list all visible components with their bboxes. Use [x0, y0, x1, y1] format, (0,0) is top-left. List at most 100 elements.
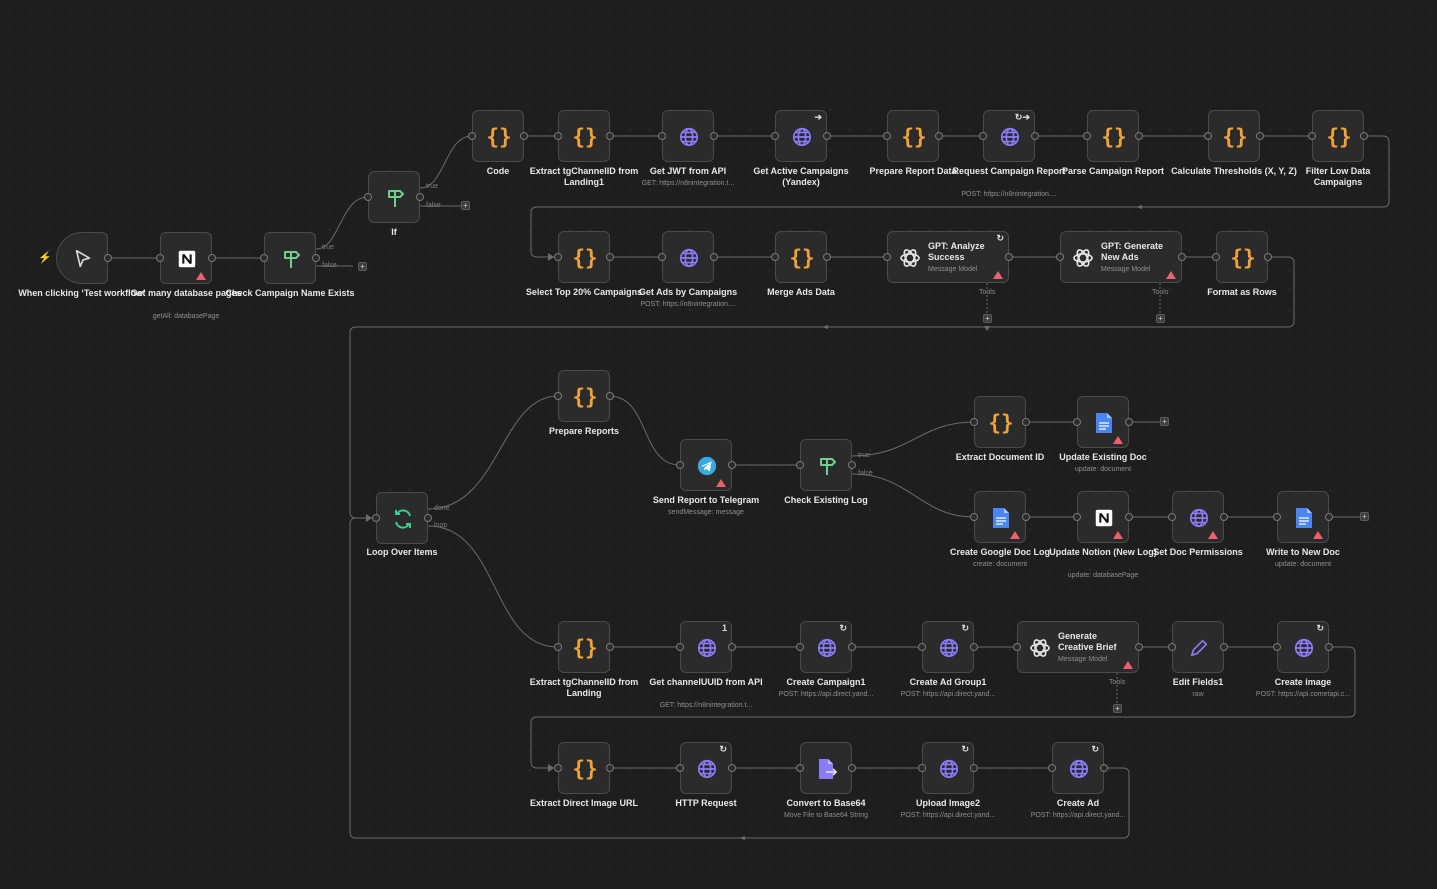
node-create-ad-group1[interactable]: ↻ [922, 621, 974, 673]
node-calculate-thresholds[interactable]: {} [1208, 110, 1260, 162]
node-prepare-reports[interactable]: {} [558, 370, 610, 422]
input-port[interactable] [771, 253, 779, 261]
input-port[interactable] [676, 461, 684, 469]
node-get-many-database-pages[interactable] [160, 232, 212, 284]
node-edit-fields1[interactable] [1172, 621, 1224, 673]
output-port[interactable] [710, 253, 718, 261]
node-check-existing-log[interactable] [800, 439, 852, 491]
add-node-button[interactable]: + [461, 201, 470, 210]
input-port[interactable] [918, 643, 926, 651]
input-port[interactable] [1048, 764, 1056, 772]
input-port[interactable] [156, 254, 164, 262]
node-format-as-rows[interactable]: {} [1216, 231, 1268, 283]
output-port[interactable] [208, 254, 216, 262]
output-port[interactable] [823, 132, 831, 140]
input-port[interactable] [1204, 132, 1212, 140]
output-port[interactable] [1220, 513, 1228, 521]
input-port[interactable] [979, 132, 987, 140]
input-port[interactable] [372, 514, 380, 522]
input-port[interactable] [658, 132, 666, 140]
output-port[interactable] [728, 764, 736, 772]
output-port[interactable] [1135, 132, 1143, 140]
node-check-campaign-name-exists[interactable] [264, 232, 316, 284]
node-set-doc-permissions[interactable] [1172, 491, 1224, 543]
input-port[interactable] [1056, 253, 1064, 261]
output-port[interactable] [606, 253, 614, 261]
node-code[interactable]: {} [472, 110, 524, 162]
output-port[interactable] [606, 764, 614, 772]
node-http-request[interactable]: ↻ [680, 742, 732, 794]
input-port[interactable] [970, 418, 978, 426]
output-port[interactable] [1125, 418, 1133, 426]
output-port[interactable] [728, 461, 736, 469]
output-port[interactable] [1325, 513, 1333, 521]
node-if[interactable] [368, 171, 420, 223]
input-port[interactable] [1073, 418, 1081, 426]
node-update-notion-new-log[interactable] [1077, 491, 1129, 543]
add-tool-button[interactable]: + [1113, 704, 1122, 713]
input-port[interactable] [658, 253, 666, 261]
output-port[interactable] [1360, 132, 1368, 140]
node-loop-over-items[interactable] [376, 492, 428, 544]
node-merge-ads-data[interactable]: {} [775, 231, 827, 283]
input-port[interactable] [1212, 253, 1220, 261]
input-port[interactable] [883, 132, 891, 140]
add-tool-button[interactable]: + [1156, 314, 1165, 323]
output-port[interactable] [1264, 253, 1272, 261]
output-port[interactable] [970, 764, 978, 772]
input-port[interactable] [970, 513, 978, 521]
node-upload-image2[interactable]: ↻ [922, 742, 974, 794]
input-port[interactable] [676, 643, 684, 651]
output-port[interactable] [416, 193, 424, 201]
node-create-ad[interactable]: ↻ [1052, 742, 1104, 794]
output-port[interactable] [1325, 643, 1333, 651]
output-port[interactable] [1005, 253, 1013, 261]
output-port[interactable] [1178, 253, 1186, 261]
node-extract-document-id[interactable]: {} [974, 396, 1026, 448]
input-port[interactable] [554, 764, 562, 772]
node-get-jwt-from-api[interactable] [662, 110, 714, 162]
output-port[interactable] [848, 643, 856, 651]
add-tool-button[interactable]: + [983, 314, 992, 323]
input-port[interactable] [260, 254, 268, 262]
node-request-campaign-report[interactable]: ↻➔ [983, 110, 1035, 162]
node-send-report-to-telegram[interactable] [680, 439, 732, 491]
output-port[interactable] [1022, 418, 1030, 426]
input-port[interactable] [1073, 513, 1081, 521]
node-prepare-report-data[interactable]: {} [887, 110, 939, 162]
input-port[interactable] [1168, 643, 1176, 651]
input-port[interactable] [1273, 513, 1281, 521]
input-port[interactable] [883, 253, 891, 261]
node-create-google-doc-log[interactable] [974, 491, 1026, 543]
input-port[interactable] [796, 643, 804, 651]
output-port[interactable] [970, 643, 978, 651]
node-when-clicking-test-workflow[interactable] [56, 232, 108, 284]
node-extract-tgchannelid-from-landing1[interactable]: {} [558, 110, 610, 162]
output-port[interactable] [1220, 643, 1228, 651]
node-update-existing-doc[interactable] [1077, 396, 1129, 448]
input-port[interactable] [918, 764, 926, 772]
input-port[interactable] [554, 643, 562, 651]
output-port[interactable] [1031, 132, 1039, 140]
output-port[interactable] [1256, 132, 1264, 140]
node-get-ads-by-campaigns[interactable] [662, 231, 714, 283]
output-port[interactable] [823, 253, 831, 261]
node-create-image[interactable]: ↻ [1277, 621, 1329, 673]
output-port[interactable] [710, 132, 718, 140]
node-extract-tgchannelid-from-landing[interactable]: {} [558, 621, 610, 673]
input-port[interactable] [554, 132, 562, 140]
input-port[interactable] [1273, 643, 1281, 651]
node-filter-low-data-campaigns[interactable]: {} [1312, 110, 1364, 162]
node-write-to-new-doc[interactable] [1277, 491, 1329, 543]
input-port[interactable] [468, 132, 476, 140]
output-port[interactable] [312, 254, 320, 262]
output-port[interactable] [728, 643, 736, 651]
output-port[interactable] [1135, 643, 1143, 651]
output-port[interactable] [424, 514, 432, 522]
input-port[interactable] [554, 392, 562, 400]
node-generate-creative-brief[interactable]: Generate Creative Brief Message Model [1017, 621, 1139, 673]
output-port[interactable] [606, 132, 614, 140]
input-port[interactable] [1013, 643, 1021, 651]
output-port[interactable] [935, 132, 943, 140]
input-port[interactable] [1308, 132, 1316, 140]
